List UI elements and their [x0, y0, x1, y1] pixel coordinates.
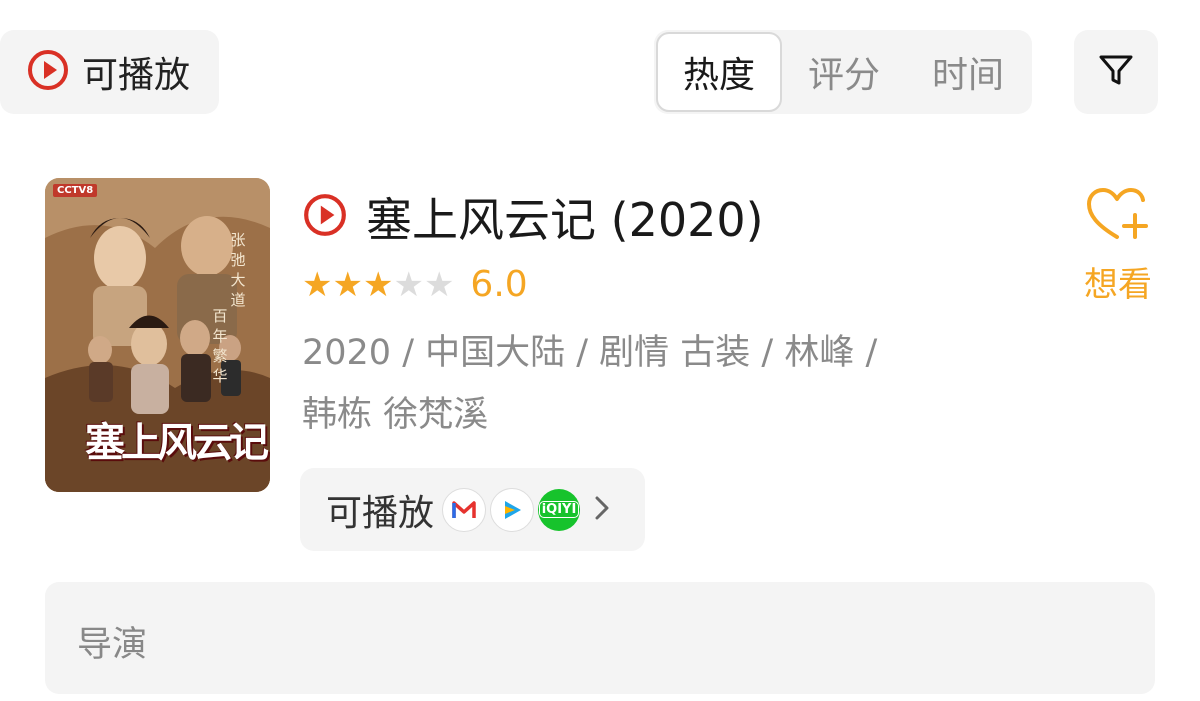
playable-label: 可播放: [326, 492, 435, 534]
star-empty-icon: ★: [423, 264, 455, 305]
play-circle-icon: [302, 192, 348, 242]
channel-logo: CCTV8: [53, 184, 98, 197]
tab-time[interactable]: 时间: [906, 32, 1030, 112]
want-to-watch-button[interactable]: 想看: [1076, 185, 1160, 306]
chevron-right-icon: [594, 495, 610, 525]
want-label: 想看: [1084, 265, 1152, 305]
poster-tagline-1: 张弛大道: [230, 231, 246, 309]
movie-poster[interactable]: CCTV8 张弛大道 百年繁华 塞上风云记: [45, 178, 270, 492]
sort-tabs: 热度 评分 时间: [654, 30, 1032, 114]
star-empty-icon: ★: [393, 264, 424, 305]
star-filled-icon: ★: [332, 264, 363, 305]
filter-funnel-icon: [1096, 50, 1136, 94]
director-label: 导演: [77, 625, 148, 665]
iqiyi-icon: iQIYI: [538, 488, 581, 531]
poster-tagline-2: 百年繁华: [212, 307, 228, 385]
meta-line-1: 2020 / 中国大陆 / 剧情 古装 / 林峰 /: [302, 333, 878, 373]
heart-plus-icon: [1083, 188, 1153, 249]
poster-title-art: 塞上风云记: [85, 419, 269, 466]
meta-line-2: 韩栋 徐梵溪: [302, 395, 489, 435]
rating-row: ★ ★ ★ ★ ★ 6.0: [302, 264, 528, 305]
movie-title: 塞上风云记 (2020): [366, 193, 764, 247]
tab-hot[interactable]: 热度: [656, 32, 782, 112]
tab-rating[interactable]: 评分: [782, 32, 906, 112]
play-circle-icon: [26, 48, 70, 96]
playable-filter-label: 可播放: [82, 55, 191, 96]
movie-meta: 2020 / 中国大陆 / 剧情 古装 / 林峰 / 韩栋 徐梵溪: [302, 322, 962, 446]
star-filled-icon: ★: [302, 264, 333, 305]
mgtv-icon: [442, 487, 487, 532]
iqiyi-text: iQIYI: [538, 501, 580, 518]
director-section[interactable]: 导演: [45, 582, 1155, 694]
playable-filter-button[interactable]: 可播放: [0, 30, 219, 114]
filter-button[interactable]: [1074, 30, 1158, 114]
movie-title-row[interactable]: 塞上风云记 (2020): [302, 184, 764, 250]
rating-score: 6.0: [470, 264, 528, 305]
playable-platforms-button[interactable]: 可播放 iQIYI: [300, 468, 645, 551]
tencent-video-icon: [490, 487, 535, 532]
star-filled-icon: ★: [362, 264, 394, 305]
